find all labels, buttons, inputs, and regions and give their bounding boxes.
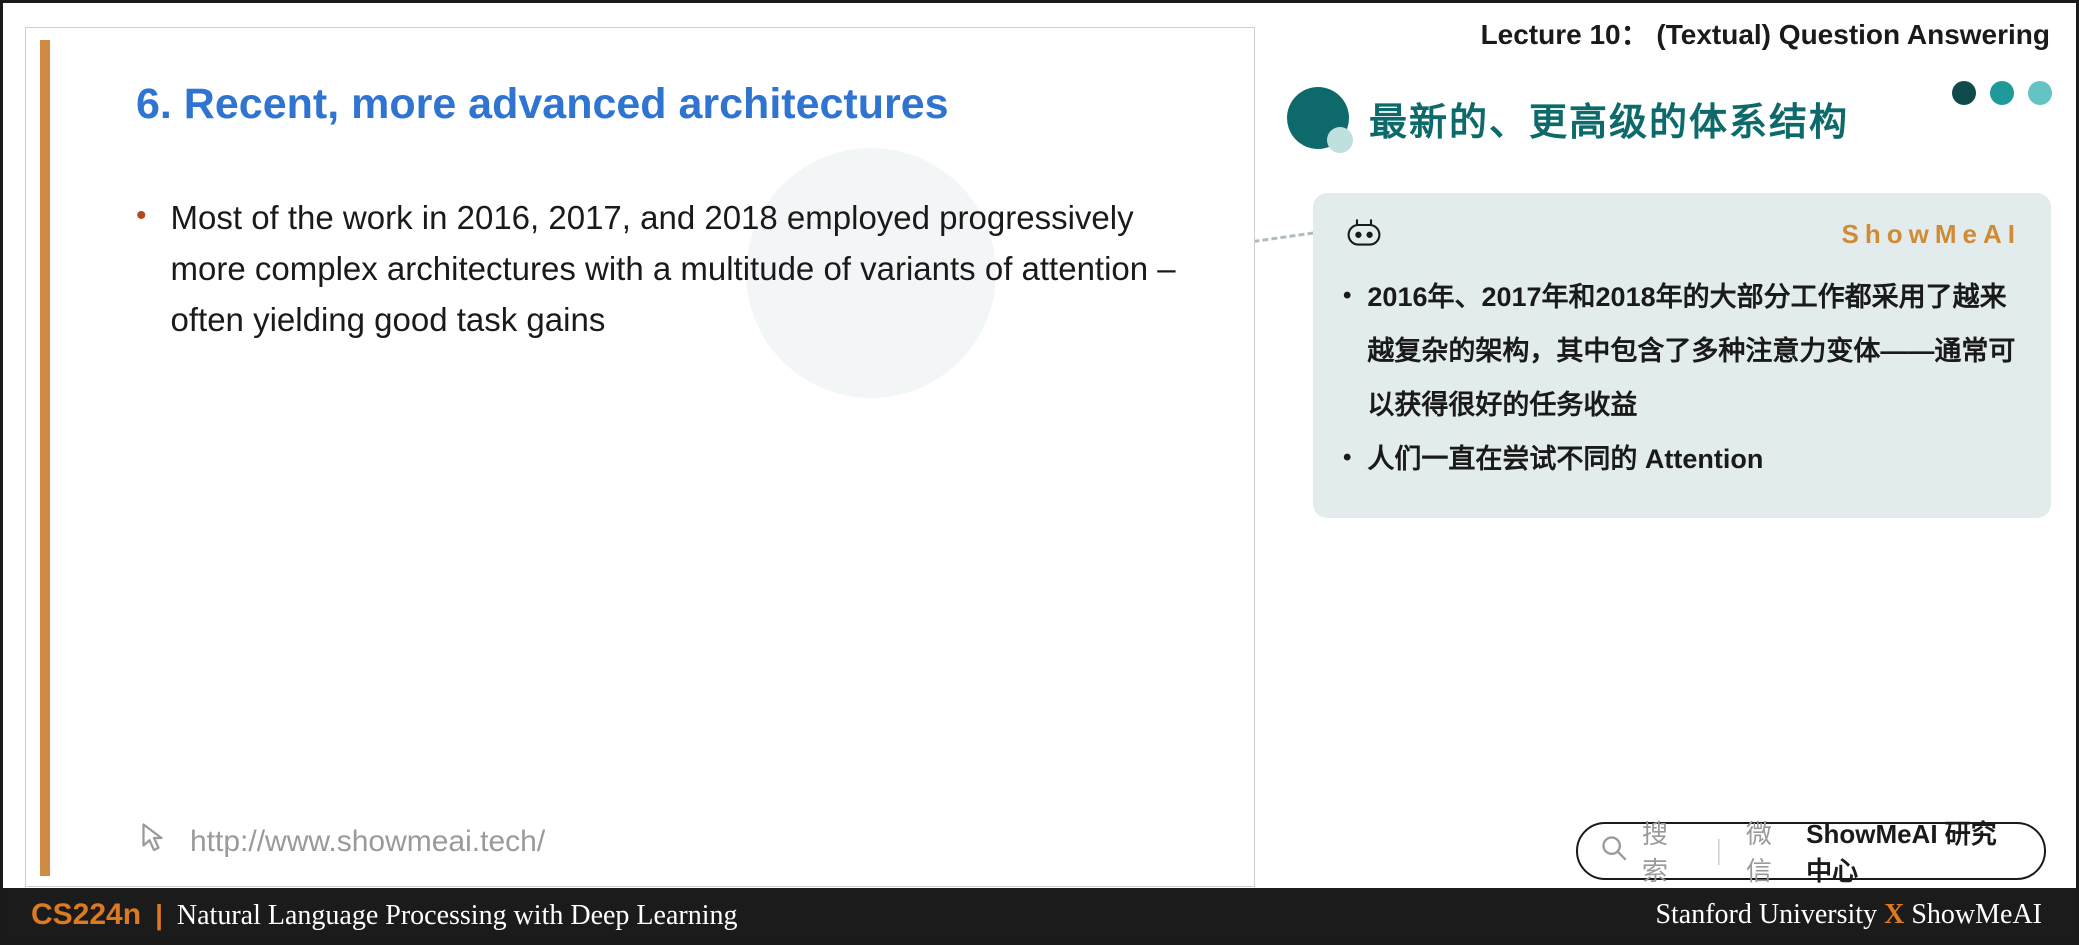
footer-right: Stanford University X ShowMeAI [1655,899,2042,931]
search-icon [1600,834,1628,869]
footer-org-b: ShowMeAI [1911,899,2042,930]
list-item: • 人们一直在尝试不同的 Attention [1343,432,2021,486]
right-title-wrap: 最新的、更高级的体系结构 [1287,87,1849,149]
robot-icon [1343,215,1385,254]
decorative-dots [1952,81,2052,105]
bullet-icon: • [136,192,147,345]
footer: CS224n | Natural Language Processing wit… [3,888,2076,942]
pipe-icon: | [155,899,163,931]
cursor-icon [136,820,172,864]
dot-icon [2028,81,2052,105]
footer-x: X [1884,899,1904,930]
list-text: 2016年、2017年和2018年的大部分工作都采用了越来越复杂的架构，其中包含… [1367,270,2021,432]
accent-bar [40,40,50,876]
list-item: • 2016年、2017年和2018年的大部分工作都采用了越来越复杂的架构，其中… [1343,270,2021,432]
list-text: 人们一直在尝试不同的 Attention [1367,432,1763,486]
search-wx: 微信 [1746,814,1792,888]
dot-icon [1990,81,2014,105]
slide-title: 6. Recent, more advanced architectures [136,80,949,129]
search-target: ShowMeAI 研究中心 [1806,814,2022,888]
divider: ｜ [1706,833,1732,870]
bullet-icon: • [1343,432,1351,486]
lecture-title: Lecture 10： (Textual) Question Answering [1481,13,2050,53]
bullet-icon: • [1343,270,1351,432]
search-hint: 搜索 [1642,814,1692,888]
slide-link-text: http://www.showmeai.tech/ [190,825,545,859]
slide-card: 6. Recent, more advanced architectures •… [25,27,1255,887]
bullet-item: • Most of the work in 2016, 2017, and 20… [136,192,1194,345]
course-code: CS224n [31,898,141,932]
title-decoration-icon [1287,87,1349,149]
dot-icon [1952,81,1976,105]
footer-left: CS224n | Natural Language Processing wit… [31,898,738,932]
footer-org-a: Stanford University [1655,899,1877,930]
brand-label: ShowMeAI [1842,219,2021,250]
slide-body: • Most of the work in 2016, 2017, and 20… [136,192,1194,345]
right-title: 最新的、更高级的体系结构 [1369,91,1849,146]
page: Lecture 10： (Textual) Question Answering… [0,0,2079,945]
slide-link[interactable]: http://www.showmeai.tech/ [136,820,545,864]
translation-box: ShowMeAI • 2016年、2017年和2018年的大部分工作都采用了越来… [1313,193,2051,518]
search-pill[interactable]: 搜索 ｜ 微信 ShowMeAI 研究中心 [1576,822,2046,880]
course-subtitle: Natural Language Processing with Deep Le… [177,900,738,932]
bullet-text: Most of the work in 2016, 2017, and 2018… [171,192,1194,345]
